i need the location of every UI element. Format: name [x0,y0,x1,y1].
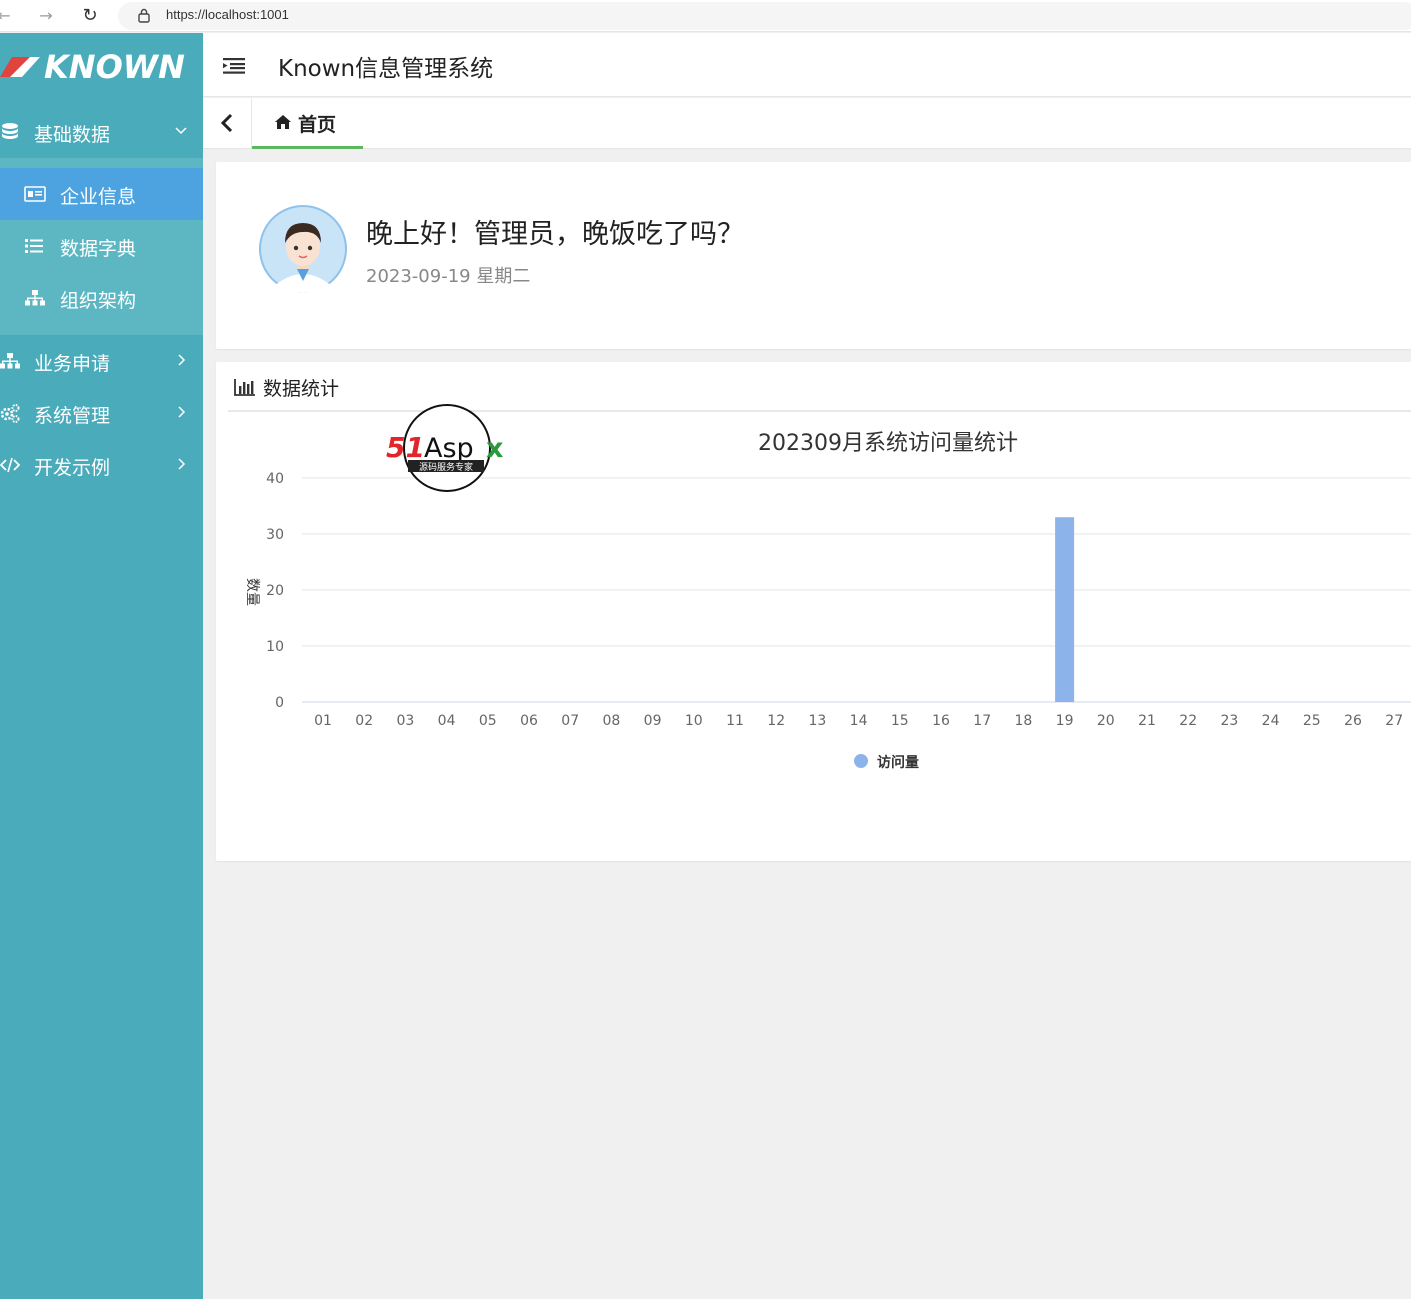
svg-text:源码服务专家: 源码服务专家 [419,461,473,473]
tab-home[interactable]: 首页 [252,98,363,149]
y-axis-label: 数量 [244,578,260,606]
x-tick-label: 27 [1385,713,1403,729]
menu-label: 开发示例 [34,457,111,479]
svg-text:x: x [486,433,503,464]
menu-label: 系统管理 [34,405,111,427]
sitemap-icon [25,290,45,306]
x-tick-label: 10 [685,713,703,729]
date-text: 2023-09-19 星期二 [366,266,531,287]
x-tick-label: 21 [1138,713,1156,729]
x-tick-label: 11 [726,713,744,729]
x-tick-label: 06 [520,713,538,729]
bar-chart-icon [234,379,255,396]
y-tick-label: 20 [266,583,284,599]
x-tick-label: 17 [973,713,991,729]
svg-text:51: 51 [386,431,425,464]
back-arrow-icon[interactable]: ← [0,4,16,28]
tab-label: 首页 [298,114,337,136]
y-tick-label: 30 [266,527,284,543]
stats-title: 数据统计 [263,378,340,400]
tab-scroll-left-button[interactable] [203,98,252,148]
x-tick-label: 26 [1344,713,1362,729]
welcome-card: 晚上好！管理员，晚饭吃了吗？ 2023-09-19 星期二 [216,162,1411,349]
x-tick-label: 05 [479,713,497,729]
x-tick-label: 25 [1303,713,1321,729]
url-text: https://localhost:1001 [166,7,289,22]
x-tick-label: 07 [561,713,579,729]
legend-label[interactable]: 访问量 [877,754,919,771]
tab-bar: 首页 [203,98,1411,149]
legend-marker[interactable] [854,754,868,768]
cogs-icon [0,404,20,423]
home-icon [275,115,291,129]
browser-toolbar: ← → ↻ https://localhost:1001 [0,0,1411,32]
id-card-icon [24,186,46,202]
x-tick-label: 24 [1262,713,1280,729]
x-tick-label: 12 [767,713,785,729]
chart-title: 202309月系统访问量统计 [758,431,1018,456]
submenu-label: 组织架构 [60,290,137,312]
menu-system-management[interactable]: 系统管理 [0,387,203,439]
x-tick-label: 04 [438,713,456,729]
top-header: Known信息管理系统 [203,33,1411,97]
x-tick-label: 08 [602,713,620,729]
x-tick-label: 23 [1220,713,1238,729]
svg-text:Asp: Asp [424,433,474,464]
app-title: Known信息管理系统 [278,56,494,82]
menu-toggle-icon[interactable] [223,55,245,75]
logo: KNOWN [0,48,185,86]
y-tick-label: 40 [266,471,284,487]
x-tick-label: 16 [932,713,950,729]
submenu-label: 数据字典 [60,238,137,260]
chevron-right-icon [178,406,186,418]
sitemap-icon [0,353,20,369]
menu-label: 业务申请 [34,353,111,375]
x-tick-label: 02 [355,713,373,729]
x-tick-label: 13 [808,713,826,729]
x-tick-label: 09 [644,713,662,729]
submenu-item-company-info[interactable]: 企业信息 [0,168,203,220]
menu-label: 基础数据 [34,124,111,146]
forward-arrow-icon[interactable]: → [34,4,58,28]
x-tick-label: 20 [1097,713,1115,729]
address-bar[interactable]: https://localhost:1001 [118,2,1411,30]
database-icon [2,123,18,139]
chevron-left-icon [220,113,233,133]
brand-watermark-logo: 51 Asp x 源码服务专家 [386,404,503,492]
menu-basic-data[interactable]: 基础数据 [0,106,203,158]
sidebar: KNOWN 基础数据 企业信息 数据字典 组织架构 业务申请 系统管理 开发示例 [0,33,203,1299]
reload-icon[interactable]: ↻ [78,4,102,28]
x-tick-label: 14 [850,713,868,729]
y-tick-label: 0 [275,695,284,711]
list-icon [25,239,43,253]
chart-bar[interactable] [1055,517,1075,702]
x-tick-label: 18 [1014,713,1032,729]
chevron-right-icon [178,354,186,366]
x-tick-label: 15 [891,713,909,729]
x-tick-label: 01 [314,713,332,729]
submenu-label: 企业信息 [60,186,137,208]
submenu-item-data-dictionary[interactable]: 数据字典 [0,220,203,272]
lock-icon [138,8,150,23]
code-icon [0,457,20,473]
avatar [259,205,347,293]
submenu-basic-data: 企业信息 数据字典 组织架构 [0,158,203,335]
submenu-item-organization[interactable]: 组织架构 [0,272,203,324]
svg-text:KNOWN: KNOWN [44,48,185,86]
stats-card: 数据统计 0 10 20 30 40 01 02 03 04 05 06 07 08 09 10 11 12 13… [216,362,1411,861]
y-tick-label: 10 [266,639,284,655]
greeting-text: 晚上好！管理员，晚饭吃了吗？ [366,219,744,250]
x-tick-label: 03 [396,713,414,729]
chevron-down-icon [175,127,187,135]
menu-dev-examples[interactable]: 开发示例 [0,439,203,491]
chevron-right-icon [178,458,186,470]
x-tick-label: 19 [1056,713,1074,729]
menu-business-application[interactable]: 业务申请 [0,335,203,387]
x-tick-label: 22 [1179,713,1197,729]
